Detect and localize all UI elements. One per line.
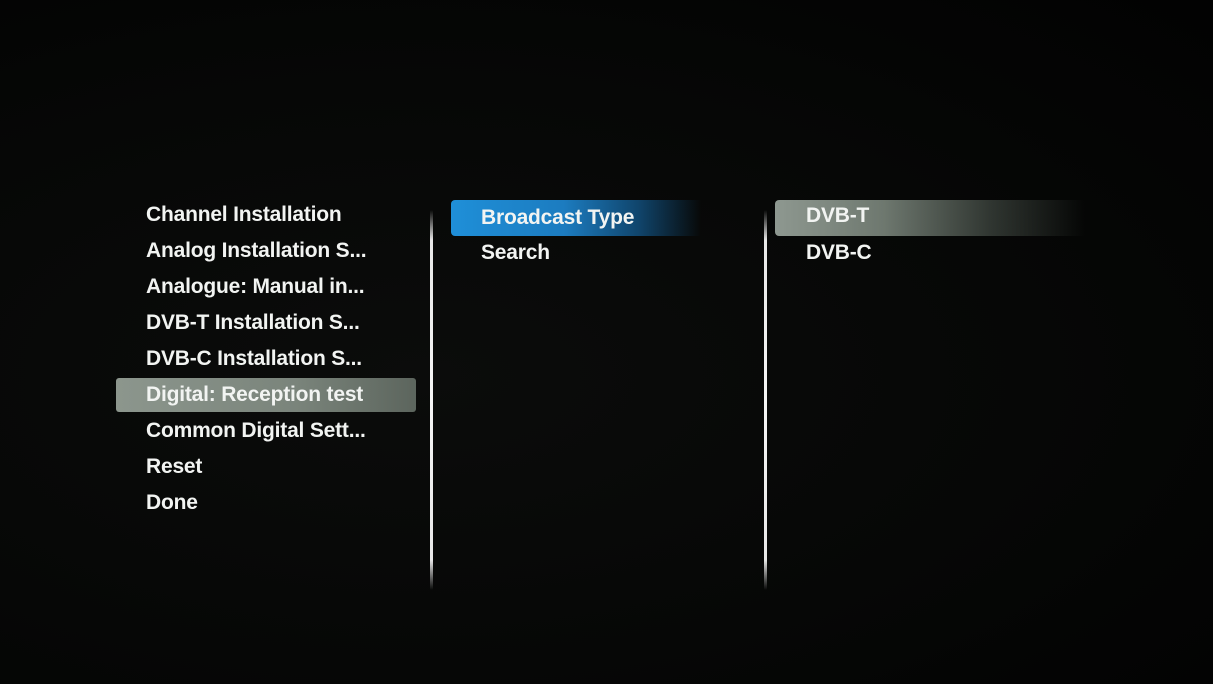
tv-settings-screen: Channel Installation Analog Installation… bbox=[0, 0, 1213, 684]
menu-item-analog-installation-settings[interactable]: Analog Installation S... bbox=[146, 234, 367, 268]
menu-item-reset[interactable]: Reset bbox=[146, 450, 202, 484]
menu-item-done[interactable]: Done bbox=[146, 486, 198, 520]
menu-item-common-digital-settings[interactable]: Common Digital Sett... bbox=[146, 414, 366, 448]
menu-item-broadcast-type[interactable]: Broadcast Type bbox=[481, 201, 634, 235]
menu-item-digital-reception-test[interactable]: Digital: Reception test bbox=[146, 378, 363, 412]
menu-item-dvb-c-installation-settings[interactable]: DVB-C Installation S... bbox=[146, 342, 362, 376]
menu-item-search[interactable]: Search bbox=[481, 236, 550, 270]
menu-item-dvb-t-installation-settings[interactable]: DVB-T Installation S... bbox=[146, 306, 360, 340]
menu-item-analogue-manual-installation[interactable]: Analogue: Manual in... bbox=[146, 270, 365, 304]
column-divider bbox=[430, 210, 433, 590]
option-dvb-t[interactable]: DVB-T bbox=[806, 199, 869, 233]
menu-item-channel-installation[interactable]: Channel Installation bbox=[146, 198, 342, 232]
option-dvb-c[interactable]: DVB-C bbox=[806, 236, 872, 270]
column-divider bbox=[764, 210, 767, 590]
